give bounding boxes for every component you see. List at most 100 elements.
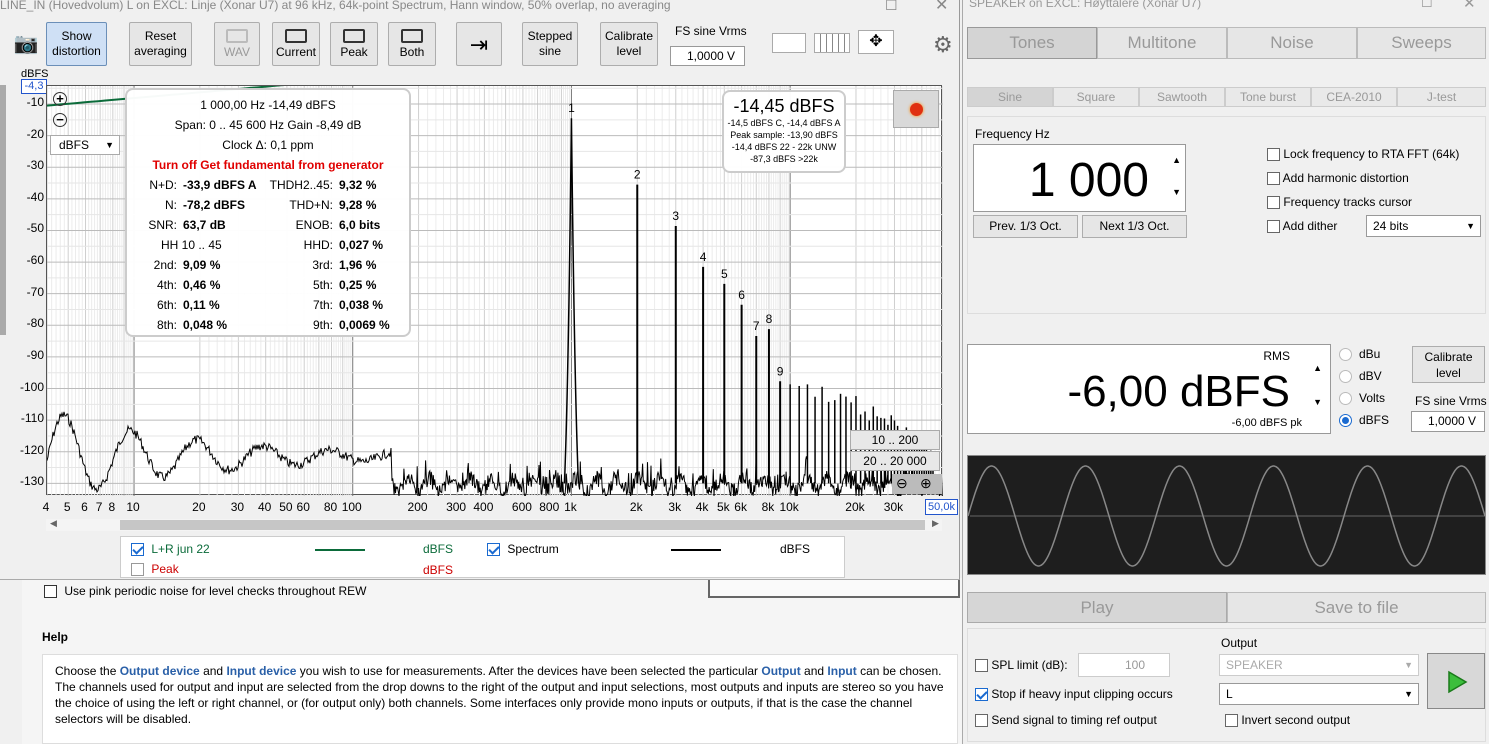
subtab-tone-burst[interactable]: Tone burst xyxy=(1225,87,1311,107)
play-button[interactable] xyxy=(1427,653,1485,709)
dither-option[interactable]: Add dither xyxy=(1267,219,1337,234)
invert-output-checkbox[interactable] xyxy=(1225,714,1238,728)
zoom-in-icon[interactable]: ⊕ xyxy=(920,475,932,492)
invert-output-label: Invert second output xyxy=(1241,713,1351,727)
decrement-icon[interactable]: ▼ xyxy=(1172,187,1181,197)
legend-item-lr[interactable]: L+R jun 22 xyxy=(131,542,210,557)
output-device-select[interactable]: SPEAKER ▼ xyxy=(1219,654,1419,676)
stop-clipping-checkbox[interactable] xyxy=(975,688,988,702)
help-link-input[interactable]: Input xyxy=(827,664,856,678)
increment-icon[interactable]: ▲ xyxy=(1313,363,1322,373)
help-link-output-device[interactable]: Output device xyxy=(120,664,200,678)
subtab-cea-2010[interactable]: CEA-2010 xyxy=(1311,87,1397,107)
maximize-icon[interactable]: ☐ xyxy=(885,0,898,14)
legend-checkbox[interactable] xyxy=(487,543,500,557)
spectrum-plot[interactable]: 1 2 3 456 78 9 + − dBFS ▼ 1 000,00 Hz -14,49 … xyxy=(46,76,944,498)
generator-calibrate-button[interactable]: Calibrate level xyxy=(1412,346,1485,383)
fs-sine-input[interactable]: 1,0000 V xyxy=(670,46,745,66)
lock-frequency-option[interactable]: Lock frequency to RTA FFT (64k) xyxy=(1267,147,1459,162)
move-arrows-icon[interactable]: ✥ xyxy=(858,30,894,54)
dither-checkbox[interactable] xyxy=(1267,220,1280,234)
show-distortion-button[interactable]: Show distortion xyxy=(46,22,107,66)
help-link-input-device[interactable]: Input device xyxy=(226,664,296,678)
radio-button[interactable] xyxy=(1339,392,1352,406)
frequency-input[interactable]: 1 000 ▲ ▼ xyxy=(973,144,1186,212)
play-tab[interactable]: Play xyxy=(967,592,1227,623)
unit-radio-dbv[interactable]: dBV xyxy=(1339,369,1382,384)
x-tick-label: 10k xyxy=(779,500,799,514)
close-icon[interactable]: ✕ xyxy=(935,0,948,15)
harmonic-distortion-option[interactable]: Add harmonic distortion xyxy=(1267,171,1409,186)
tab-noise[interactable]: Noise xyxy=(1227,27,1357,59)
save-both-button[interactable]: Both xyxy=(388,22,436,66)
pink-noise-checkbox[interactable] xyxy=(44,585,57,599)
close-icon[interactable]: ✕ xyxy=(1463,0,1476,12)
layout-single-icon[interactable] xyxy=(772,33,806,53)
y-top-input[interactable]: -4,3 xyxy=(21,79,47,94)
output-channel-select[interactable]: L ▼ xyxy=(1219,683,1419,705)
calibrate-level-button[interactable]: Calibrate level xyxy=(600,22,658,66)
unit-radio-dbu[interactable]: dBu xyxy=(1339,347,1380,362)
stop-clipping-option[interactable]: Stop if heavy input clipping occurs xyxy=(975,687,1173,702)
next-third-octave-button[interactable]: Next 1/3 Oct. xyxy=(1082,215,1187,238)
import-button[interactable]: ⇥ xyxy=(456,22,502,66)
x-end-input[interactable]: 50,0k xyxy=(925,499,958,515)
rms-level-input[interactable]: RMS -6,00 dBFS -6,00 dBFS pk ▲ ▼ xyxy=(967,344,1331,434)
subtab-sine[interactable]: Sine xyxy=(967,87,1053,107)
zoom-in-icon[interactable]: + xyxy=(53,92,67,106)
legend-checkbox[interactable] xyxy=(131,563,144,577)
pink-noise-option[interactable]: Use pink periodic noise for level checks… xyxy=(44,584,367,599)
scroll-left-icon[interactable]: ◀ xyxy=(50,518,57,529)
stepped-sine-button[interactable]: Stepped sine xyxy=(522,22,578,66)
legend-item-peak[interactable]: Peak xyxy=(131,562,179,577)
help-link-output[interactable]: Output xyxy=(761,664,800,678)
tab-multitone[interactable]: Multitone xyxy=(1097,27,1227,59)
tab-sweeps[interactable]: Sweeps xyxy=(1357,27,1486,59)
save-to-file-tab[interactable]: Save to file xyxy=(1227,592,1486,623)
decrement-icon[interactable]: ▼ xyxy=(1313,397,1322,407)
generator-fs-input[interactable]: 1,0000 V xyxy=(1411,411,1485,432)
legend-item-spectrum[interactable]: Spectrum xyxy=(487,542,559,557)
reset-averaging-button[interactable]: Reset averaging xyxy=(129,22,192,66)
save-peak-button[interactable]: Peak xyxy=(330,22,378,66)
unit-radio-dbfs[interactable]: dBFS xyxy=(1339,413,1389,428)
range-10-200-button[interactable]: 10 .. 200 xyxy=(850,430,940,450)
camera-button[interactable]: 📷 xyxy=(8,22,44,66)
prev-third-octave-button[interactable]: Prev. 1/3 Oct. xyxy=(973,215,1078,238)
layout-columns-icon[interactable] xyxy=(814,33,850,53)
range-20-20000-button[interactable]: 20 .. 20 000 xyxy=(850,451,940,471)
tab-tones[interactable]: Tones xyxy=(967,27,1097,59)
x-tick-label: 3k xyxy=(668,500,682,514)
wav-button[interactable]: WAV xyxy=(214,22,260,66)
increment-icon[interactable]: ▲ xyxy=(1172,155,1181,165)
radio-button[interactable] xyxy=(1339,370,1352,384)
unit-radio-volts[interactable]: Volts xyxy=(1339,391,1385,406)
zoom-out-icon[interactable]: ⊖ xyxy=(896,475,908,492)
timing-ref-option[interactable]: Send signal to timing ref output xyxy=(975,713,1157,728)
dither-bits-select[interactable]: 24 bits ▼ xyxy=(1366,215,1481,237)
gear-icon[interactable]: ⚙ xyxy=(933,32,953,58)
scroll-right-icon[interactable]: ▶ xyxy=(932,518,939,529)
y-unit-select[interactable]: dBFS ▼ xyxy=(50,135,120,155)
spl-limit-input[interactable]: 100 xyxy=(1078,653,1170,677)
save-current-button[interactable]: Current xyxy=(272,22,320,66)
subtab-sawtooth[interactable]: Sawtooth xyxy=(1139,87,1225,107)
harmonic-distortion-checkbox[interactable] xyxy=(1267,172,1280,186)
tracks-cursor-option[interactable]: Frequency tracks cursor xyxy=(1267,195,1412,210)
spl-limit-checkbox[interactable] xyxy=(975,659,988,673)
radio-button[interactable] xyxy=(1339,348,1352,362)
maximize-icon[interactable]: ☐ xyxy=(1421,0,1433,11)
spl-limit-option[interactable]: SPL limit (dB): xyxy=(975,658,1068,673)
tracks-cursor-checkbox[interactable] xyxy=(1267,196,1280,210)
zoom-out-icon[interactable]: − xyxy=(53,113,67,127)
legend-checkbox[interactable] xyxy=(131,543,144,557)
timing-ref-checkbox[interactable] xyxy=(975,714,988,728)
x-scrollbar-thumb[interactable] xyxy=(120,520,925,530)
radio-button[interactable] xyxy=(1339,414,1352,428)
x-scrollbar[interactable]: ◀ ▶ xyxy=(46,518,942,531)
invert-output-option[interactable]: Invert second output xyxy=(1225,713,1351,728)
subtab-square[interactable]: Square xyxy=(1053,87,1139,107)
record-button[interactable] xyxy=(893,90,939,128)
subtab-j-test[interactable]: J-test xyxy=(1397,87,1486,107)
lock-frequency-checkbox[interactable] xyxy=(1267,148,1280,162)
